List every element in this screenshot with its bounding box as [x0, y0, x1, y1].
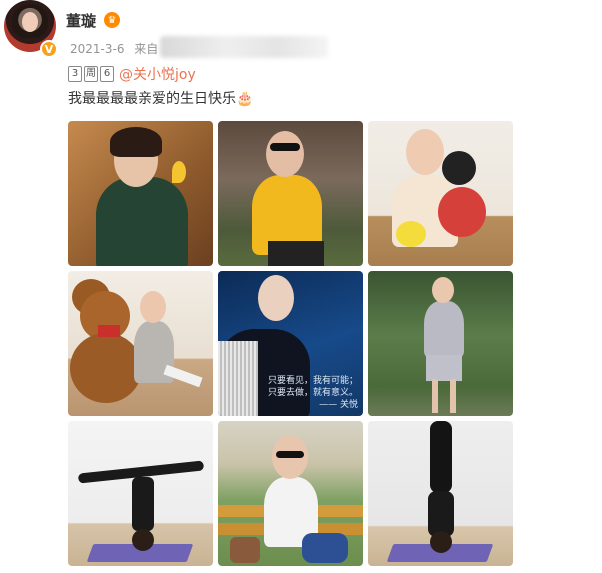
photo-3[interactable] — [368, 121, 513, 266]
bear-body — [70, 333, 142, 403]
figure-hair — [110, 127, 162, 157]
figure-head — [406, 129, 444, 175]
figure-leg-left — [432, 379, 438, 413]
sunglasses — [270, 143, 300, 151]
figure-head — [140, 291, 166, 323]
figure-torso — [132, 477, 154, 531]
figure-legs — [430, 421, 452, 493]
figure-head — [266, 131, 304, 177]
photo-6[interactable] — [368, 271, 513, 416]
figure-head — [430, 531, 452, 553]
figure-legs — [163, 364, 203, 388]
blurred-source — [160, 36, 328, 58]
photo-5[interactable]: 只要看见，我有可能； 只要去做，就有意义。 —— 关悦 — [218, 271, 363, 416]
figure-jeans — [302, 533, 348, 563]
post-source-prefix: 来自 — [134, 42, 159, 56]
photo-8[interactable] — [218, 421, 363, 566]
avatar-face — [22, 12, 38, 32]
sunglasses — [276, 451, 304, 458]
tag-digit-1: 3 — [68, 66, 82, 82]
photo-5-caption: 只要看见，我有可能； 只要去做，就有意义。 —— 关悦 — [268, 375, 358, 411]
verified-badge-icon: V — [40, 40, 58, 58]
toy-head — [442, 151, 476, 185]
photo-grid: 只要看见，我有可能； 只要去做，就有意义。 —— 关悦 — [68, 121, 513, 566]
post-meta: 2021-3-6 来自 — [70, 40, 158, 57]
leaf-prop — [172, 161, 186, 183]
post-date[interactable]: 2021-3-6 — [70, 42, 124, 56]
photo-7[interactable] — [68, 421, 213, 566]
post-tagline: 3 周 6 @关小悦joy — [68, 64, 196, 84]
toy-body — [438, 187, 486, 237]
photo-2[interactable] — [218, 121, 363, 266]
caption-line-2: 只要去做，就有意义。 — [268, 388, 359, 398]
photo-1[interactable] — [68, 121, 213, 266]
bear-bow — [98, 325, 120, 337]
figure-head — [432, 277, 454, 303]
photo-4[interactable] — [68, 271, 213, 416]
striped-sleeve — [218, 341, 258, 416]
figure-shorts — [426, 355, 462, 381]
caption-sign: —— 关悦 — [319, 400, 359, 410]
figure-head — [258, 275, 294, 321]
caption-line-1: 只要看见，我有可能； — [268, 376, 359, 386]
toy-shoe — [396, 221, 426, 247]
username[interactable]: 董璇 — [66, 10, 96, 31]
photo-9[interactable] — [368, 421, 513, 566]
figure-head — [132, 529, 154, 551]
tag-digit-3: 6 — [100, 66, 114, 82]
mention-link[interactable]: @关小悦joy — [119, 64, 196, 84]
figure-skirt — [268, 241, 324, 266]
figure-body — [96, 177, 188, 266]
tag-digit-2: 周 — [84, 66, 98, 82]
figure-leg-right — [450, 379, 456, 413]
vip-crown-icon: ♛ — [104, 12, 120, 28]
handbag — [230, 537, 260, 563]
figure-body — [424, 301, 464, 357]
post-text: 我最最最最亲爱的生日快乐🎂 — [68, 91, 254, 107]
